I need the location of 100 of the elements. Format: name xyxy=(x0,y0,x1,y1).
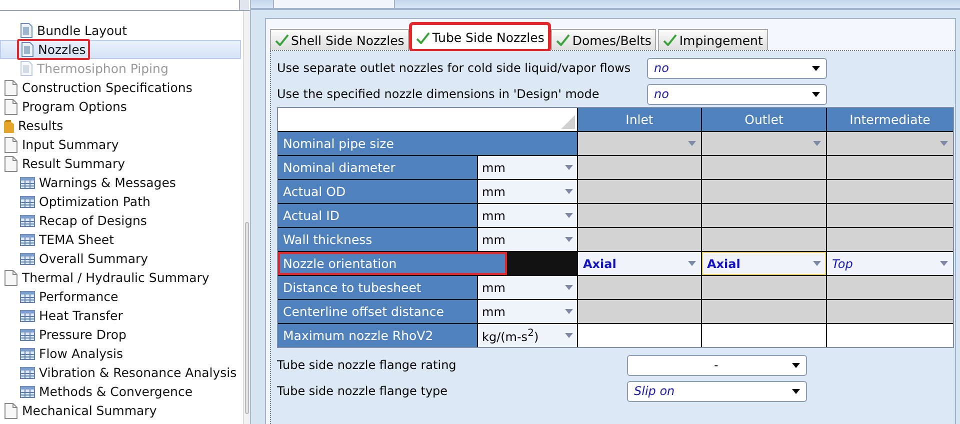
caret-icon xyxy=(940,141,948,146)
caret-icon xyxy=(565,333,573,338)
caret-icon xyxy=(565,285,573,290)
dropdown[interactable]: Slip on xyxy=(627,380,807,402)
dropdown[interactable]: no xyxy=(647,58,827,78)
scrollbar[interactable] xyxy=(242,11,250,424)
unit-dropdown[interactable]: mm xyxy=(478,180,577,203)
row-label: Nozzle orientation xyxy=(278,252,507,275)
check-icon xyxy=(663,34,678,46)
row-label: Centerline offset distance xyxy=(278,300,477,323)
tree-item[interactable]: Thermal / Hydraulic Summary xyxy=(0,268,241,287)
folder-icon xyxy=(4,118,14,132)
check-icon xyxy=(275,34,289,46)
page-icon xyxy=(20,23,33,38)
row-label: Nominal diameter xyxy=(278,156,477,179)
column-header: Outlet xyxy=(702,108,826,131)
tab[interactable]: Shell Side Nozzles xyxy=(270,29,410,50)
document-icon xyxy=(4,80,18,96)
table-icon xyxy=(20,348,35,360)
tab[interactable]: Domes/Belts xyxy=(551,29,656,50)
tree-item[interactable]: Flow Analysis xyxy=(0,344,241,363)
tree-item[interactable]: Methods & Convergence xyxy=(0,382,241,401)
tree-item[interactable]: Recap of Designs xyxy=(0,211,241,230)
caret-icon xyxy=(813,261,821,266)
dropdown-cell[interactable]: Top xyxy=(827,252,953,275)
dropdown-cell[interactable]: Axial xyxy=(578,252,701,275)
dropdown[interactable]: no xyxy=(647,84,827,104)
dropdown-cell[interactable] xyxy=(827,132,953,155)
input-field[interactable] xyxy=(578,324,701,347)
input-field[interactable] xyxy=(827,324,953,347)
unit-dropdown[interactable]: mm xyxy=(478,228,577,251)
table-icon xyxy=(20,366,35,378)
caret-icon xyxy=(812,92,820,96)
input-field[interactable] xyxy=(702,324,826,347)
tree-item[interactable]: Construction Specifications xyxy=(0,78,241,97)
tree-item[interactable]: Results xyxy=(0,116,241,135)
row-label: Actual OD xyxy=(278,180,477,203)
caret-icon xyxy=(940,261,948,266)
field-label: Use the specified nozzle dimensions in 'Design' mode xyxy=(277,87,600,101)
table-icon xyxy=(20,196,35,208)
tab[interactable]: Tube Side Nozzles xyxy=(411,24,550,50)
unit-dropdown[interactable]: mm xyxy=(478,156,577,179)
table-icon xyxy=(20,386,35,398)
caret-icon xyxy=(239,0,249,10)
check-icon xyxy=(416,32,430,44)
tree-item[interactable]: Heat Transfer xyxy=(0,306,241,325)
dropdown-cell[interactable] xyxy=(578,132,701,155)
tree-item[interactable]: Mechanical Summary xyxy=(0,401,241,420)
tree-item[interactable]: Input Summary xyxy=(0,135,241,154)
document-icon xyxy=(4,136,18,152)
dropdown-cell[interactable] xyxy=(702,132,826,155)
row-label: Distance to tubesheet xyxy=(278,276,477,299)
dropdown-cell[interactable]: Axial xyxy=(702,252,826,275)
document-icon xyxy=(4,270,18,286)
caret-icon xyxy=(565,189,573,194)
caret-icon xyxy=(565,213,573,218)
check-icon xyxy=(556,34,570,46)
tree-item[interactable]: Result Summary xyxy=(0,154,241,173)
unit-dropdown[interactable]: mm xyxy=(478,276,577,299)
field-label: Tube side nozzle flange rating xyxy=(277,358,458,372)
table-icon xyxy=(20,234,35,246)
unit-dropdown[interactable]: mm xyxy=(478,300,577,323)
caret-icon xyxy=(813,141,821,146)
column-header: Intermediate xyxy=(827,108,953,131)
tree-item[interactable]: TEMA Sheet xyxy=(0,230,241,249)
page-icon xyxy=(21,42,34,57)
corner-triangle-icon xyxy=(561,115,575,129)
tab[interactable]: Impingement xyxy=(658,29,768,50)
caret-icon xyxy=(792,388,800,394)
unit-dropdown[interactable]: kg/(m-s$^{2}$) xyxy=(478,324,577,347)
caret-icon xyxy=(565,165,573,170)
tree-item[interactable]: Performance xyxy=(0,287,241,306)
tree-item[interactable]: Overall Summary xyxy=(0,249,241,268)
document-icon xyxy=(4,156,18,172)
tree-item[interactable]: Warnings & Messages xyxy=(0,173,241,192)
tree-item[interactable]: Program Options xyxy=(0,97,241,116)
row-label: Nominal pipe size xyxy=(278,132,577,155)
table-icon xyxy=(20,176,35,188)
row-label: Maximum nozzle RhoV2 xyxy=(278,324,477,347)
field-label: Use separate outlet nozzles for cold side liquid/vapor flows xyxy=(277,61,632,75)
document-icon xyxy=(4,98,18,114)
row-label: Wall thickness xyxy=(278,228,477,251)
tree-item[interactable]: Bundle Layout xyxy=(0,21,241,40)
caret-icon xyxy=(565,309,573,314)
dropdown[interactable]: - xyxy=(627,354,807,376)
table-icon xyxy=(20,328,35,340)
tree-item[interactable]: Pressure Drop xyxy=(0,325,241,344)
page-icon xyxy=(20,61,33,76)
unit-dropdown[interactable]: mm xyxy=(478,204,577,227)
scrollbar-thumb[interactable] xyxy=(244,222,249,414)
field-label: Tube side nozzle flange type xyxy=(277,384,449,398)
tree-item[interactable]: Optimization Path xyxy=(0,192,241,211)
document-icon xyxy=(4,402,18,418)
table-icon xyxy=(20,290,35,302)
caret-icon xyxy=(792,362,800,368)
caret-icon xyxy=(565,237,573,242)
tree-item[interactable]: Nozzles xyxy=(0,40,241,59)
table-icon xyxy=(20,214,35,226)
table-icon xyxy=(20,310,35,322)
tree-item[interactable]: Vibration & Resonance Analysis xyxy=(0,363,241,382)
